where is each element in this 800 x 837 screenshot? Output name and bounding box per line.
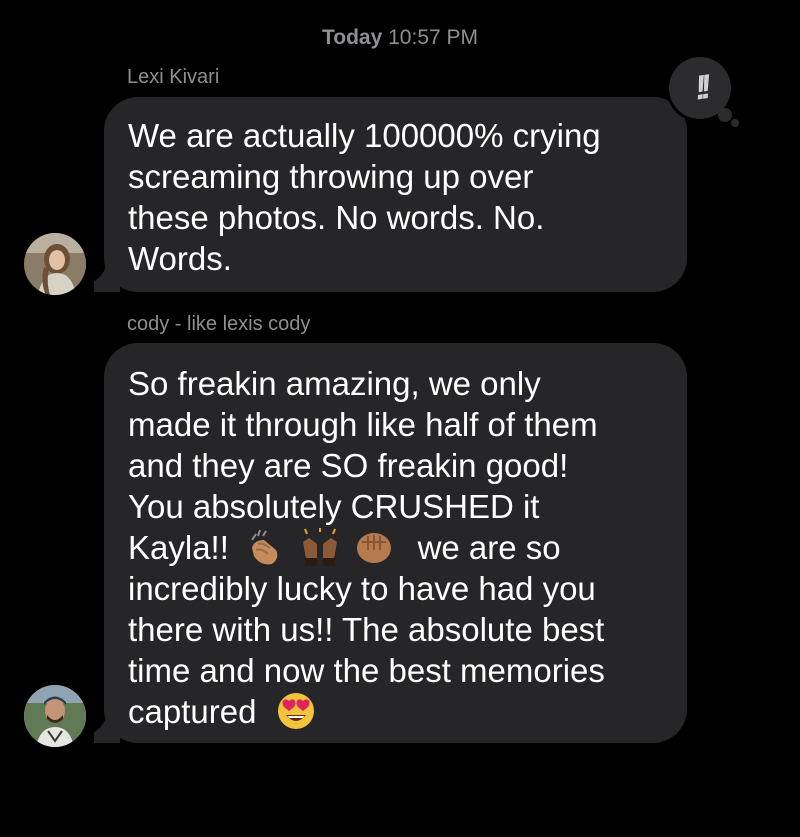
- message-line: these photos. No words. No.: [128, 199, 545, 236]
- avatar-photo: [24, 233, 86, 295]
- message-line: You absolutely CRUSHED it: [128, 488, 540, 525]
- message-bubble[interactable]: We are actually 100000% crying screaming…: [104, 97, 687, 292]
- message-line: and they are SO freakin good!: [128, 447, 569, 484]
- sender-name: Lexi Kivari: [127, 66, 220, 88]
- message-line: made it through like half of them: [128, 406, 598, 443]
- timestamp-day: Today: [321, 26, 383, 49]
- double-exclamation-tapback-icon: !!: [692, 67, 708, 108]
- message-text: captured: [128, 693, 257, 730]
- heart-eyes-emoji: [276, 691, 316, 731]
- message-bubble[interactable]: So freakin amazing, we only made it thro…: [104, 343, 687, 743]
- fist-bump-emoji: [354, 528, 394, 566]
- raising-hands-emoji: [299, 528, 341, 567]
- avatar-photo: [24, 685, 86, 747]
- avatar[interactable]: [24, 233, 86, 295]
- clapping-hands-emoji: [246, 528, 286, 566]
- message-line: Words.: [128, 240, 232, 277]
- message-line: We are actually 100000% crying: [128, 117, 601, 154]
- message-line: So freakin amazing, we only: [128, 365, 541, 402]
- avatar[interactable]: [24, 685, 86, 747]
- message-line: incredibly lucky to have had you: [128, 570, 596, 607]
- sender-name: cody - like lexis cody: [127, 313, 311, 335]
- message-line: time and now the best memories: [128, 652, 605, 689]
- message-line-with-emojis: captured: [128, 691, 663, 732]
- message-line: there with us!! The absolute best: [128, 611, 605, 648]
- message-line: screaming throwing up over: [128, 158, 534, 195]
- thread-timestamp: Today 10:57 PM: [0, 26, 800, 50]
- message-text: we are so: [417, 529, 561, 566]
- tapback-tail-dot: [731, 119, 739, 127]
- tapback-tail-dot: [718, 108, 732, 122]
- message-line-with-emojis: Kayla!! we are so: [128, 527, 663, 568]
- messages-thread: Today 10:57 PM Lexi Kivari We are actual…: [0, 0, 800, 837]
- timestamp-time: 10:57 PM: [388, 26, 479, 49]
- message-text: Kayla!!: [128, 529, 229, 566]
